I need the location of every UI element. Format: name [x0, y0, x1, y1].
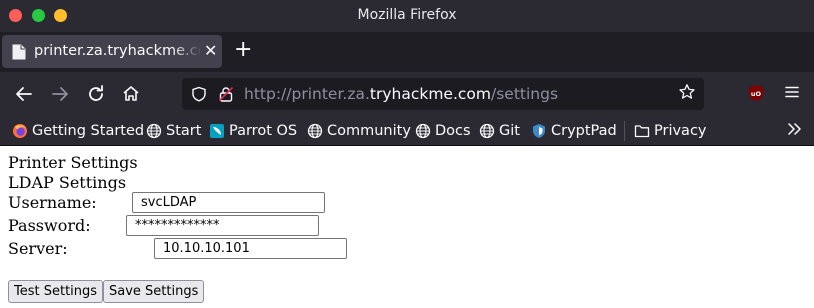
bookmark-parrot-os[interactable]: Parrot OS [209, 121, 297, 141]
tab-title-fade [172, 38, 202, 64]
bookmark-cryptpad[interactable]: CryptPad [531, 121, 617, 141]
page-heading: Printer Settings [8, 153, 138, 172]
bookmarks-toolbar: Getting Started Start Parrot OS Communit… [0, 116, 814, 146]
bookmark-label: Privacy [654, 123, 707, 139]
bookmark-label: Getting Started [32, 123, 145, 139]
bookmark-label: CryptPad [551, 123, 617, 139]
url-host: tryhackme.com [369, 85, 491, 103]
bookmark-label: Git [499, 123, 520, 139]
navigation-toolbar: http://printer.za.tryhackme.com/settings… [0, 72, 814, 116]
tab-strip: printer.za.tryhackme.com/settings ✕ + [0, 32, 814, 72]
bookmark-git[interactable]: Git [479, 121, 520, 141]
globe-icon [307, 123, 323, 139]
back-icon[interactable] [12, 82, 36, 106]
new-tab-button[interactable]: + [234, 39, 252, 61]
parrot-icon [210, 124, 224, 138]
cryptpad-icon [533, 124, 545, 138]
home-icon[interactable] [119, 82, 143, 106]
globe-icon [146, 123, 162, 139]
chevron-double-right-icon[interactable] [786, 120, 804, 138]
bookmark-start[interactable]: Start [146, 121, 201, 141]
folder-icon [634, 125, 650, 138]
page-icon [12, 44, 26, 60]
url-text[interactable]: http://printer.za.tryhackme.com/settings [244, 85, 558, 103]
url-bar[interactable]: http://printer.za.tryhackme.com/settings [182, 78, 704, 110]
firefox-icon [13, 124, 27, 138]
bookmark-community[interactable]: Community [307, 121, 411, 141]
ldap-section-heading: LDAP Settings [8, 173, 127, 192]
server-input[interactable] [154, 238, 347, 259]
reload-icon[interactable] [84, 82, 108, 106]
bookmark-label: Docs [435, 123, 471, 139]
tab-close-icon[interactable]: ✕ [204, 43, 217, 59]
window-titlebar: Mozilla Firefox [0, 0, 814, 32]
bookmark-star-icon[interactable] [678, 83, 696, 101]
tab-active[interactable]: printer.za.tryhackme.com/settings ✕ [2, 35, 222, 68]
server-label: Server: [8, 239, 68, 258]
app-menu-icon[interactable] [782, 82, 802, 102]
tracking-shield-icon[interactable] [191, 86, 207, 102]
url-path: /settings [491, 85, 559, 103]
username-label: Username: [8, 193, 97, 212]
bookmark-label: Community [327, 123, 411, 139]
globe-icon [479, 123, 495, 139]
globe-icon [415, 123, 431, 139]
save-settings-button[interactable]: Save Settings [103, 280, 205, 303]
bookmark-getting-started[interactable]: Getting Started [12, 121, 144, 141]
bookmark-label: Parrot OS [229, 123, 298, 139]
bookmark-folder-privacy[interactable]: Privacy [634, 121, 707, 141]
svg-text:uO: uO [751, 90, 762, 98]
password-input[interactable] [126, 215, 319, 236]
window-title: Mozilla Firefox [357, 7, 457, 23]
test-settings-button[interactable]: Test Settings [8, 280, 104, 303]
bookmark-label: Start [166, 123, 202, 139]
insecure-lock-icon[interactable] [218, 86, 234, 102]
password-label: Password: [8, 216, 91, 235]
forward-icon[interactable] [48, 82, 72, 106]
bookmarks-separator [624, 121, 625, 141]
page-content: Printer Settings LDAP Settings Username:… [0, 146, 814, 308]
username-input[interactable] [132, 192, 325, 213]
bookmark-docs[interactable]: Docs [415, 121, 471, 141]
ublock-origin-icon[interactable]: uO [748, 84, 764, 102]
url-subdomain: printer.za. [291, 85, 370, 103]
url-scheme: http:// [244, 85, 292, 103]
